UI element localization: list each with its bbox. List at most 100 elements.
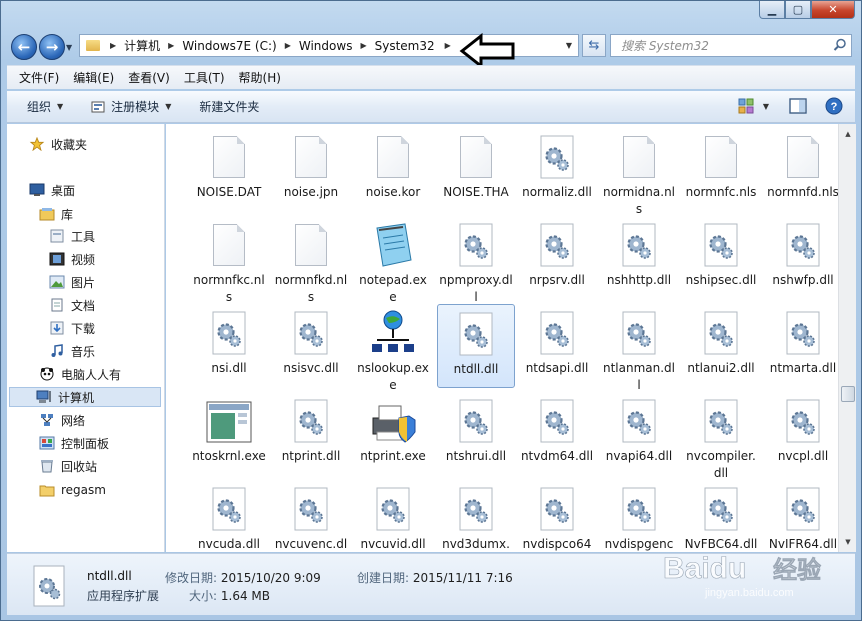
file-item[interactable]: normnfd.nls <box>764 128 838 212</box>
chevron-right-icon[interactable]: ▶ <box>360 41 366 50</box>
file-item[interactable]: NvFBC64.dll <box>682 480 760 552</box>
nav-recycle-bin[interactable]: 回收站 <box>39 456 97 476</box>
register-module-button[interactable]: 注册模块 ▼ <box>91 98 171 115</box>
menu-view[interactable]: 查看(V) <box>128 69 170 86</box>
file-item[interactable]: nvdispco6433285.dll <box>518 480 596 552</box>
nav-network[interactable]: 网络 <box>39 410 85 430</box>
chevron-right-icon[interactable]: ▶ <box>168 41 174 50</box>
file-item[interactable]: ntprint.dll <box>272 392 350 476</box>
search-icon[interactable] <box>833 38 847 52</box>
crumb-system32[interactable]: System32 <box>375 39 435 53</box>
crumb-windows[interactable]: Windows <box>299 39 353 53</box>
nav-tools[interactable]: 工具 <box>49 226 95 246</box>
file-item[interactable]: noise.kor <box>354 128 432 212</box>
file-item[interactable]: ntoskrnl.exe <box>190 392 268 476</box>
file-item[interactable]: ntlanman.dll <box>600 304 678 392</box>
file-item[interactable]: ntshrui.dll <box>437 392 515 476</box>
forward-button[interactable]: → <box>39 34 65 60</box>
nav-desktop[interactable]: 桌面 <box>29 180 75 200</box>
blank-file-icon <box>787 136 819 178</box>
file-item[interactable]: normnfc.nls <box>682 128 760 212</box>
menu-help[interactable]: 帮助(H) <box>239 69 281 86</box>
crumb-drive-c[interactable]: Windows7E (C:) <box>182 39 276 53</box>
vertical-scrollbar[interactable]: ▲ ▼ <box>838 124 856 552</box>
file-name-label: notepad.exe <box>359 273 427 304</box>
file-item[interactable]: nslookup.exe <box>354 304 432 392</box>
file-item[interactable]: nvdispgenco643328 <box>600 480 678 552</box>
file-item[interactable]: normaliz.dll <box>518 128 596 212</box>
menu-file[interactable]: 文件(F) <box>19 69 59 86</box>
file-item[interactable]: nvcompiler.dll <box>682 392 760 480</box>
nav-downloads[interactable]: 下载 <box>49 318 95 338</box>
file-item[interactable]: NOISE.THA <box>437 128 515 212</box>
nav-documents[interactable]: 文档 <box>49 295 95 315</box>
file-item[interactable]: ntvdm64.dll <box>518 392 596 476</box>
crumb-computer[interactable]: 计算机 <box>124 37 160 54</box>
address-dropdown-icon[interactable]: ▼ <box>566 41 572 50</box>
file-item[interactable]: normnfkd.nls <box>272 216 350 304</box>
chevron-right-icon[interactable]: ▶ <box>110 41 116 50</box>
file-item[interactable]: NOISE.DAT <box>190 128 268 212</box>
nav-computer[interactable]: 计算机 <box>9 387 161 407</box>
nav-regasm[interactable]: regasm <box>39 480 106 500</box>
refresh-button[interactable]: ⇆ <box>582 34 606 57</box>
minimize-button[interactable]: ▁ <box>759 1 785 19</box>
file-item[interactable]: nshhttp.dll <box>600 216 678 300</box>
chevron-right-icon[interactable]: ▶ <box>285 41 291 50</box>
nav-favorites[interactable]: 收藏夹 <box>29 134 87 154</box>
file-item[interactable]: ntlanui2.dll <box>682 304 760 388</box>
nav-videos[interactable]: 视频 <box>49 249 95 269</box>
file-item[interactable]: nshwfp.dll <box>764 216 838 300</box>
menu-tools[interactable]: 工具(T) <box>184 69 225 86</box>
nav-pcrenren[interactable]: 电脑人人有 <box>39 364 121 384</box>
file-item[interactable]: NvIFR64.dll <box>764 480 838 552</box>
file-name-label: NOISE.DAT <box>196 185 262 199</box>
title-bar[interactable]: ▁ ▢ ✕ <box>1 1 861 29</box>
file-item[interactable]: nvcuda.dll <box>190 480 268 552</box>
scroll-thumb[interactable] <box>841 386 855 402</box>
file-item[interactable]: npmproxy.dll <box>437 216 515 304</box>
file-item[interactable]: normnfkc.nls <box>190 216 268 304</box>
file-item[interactable]: nvcuvid.dll <box>354 480 432 552</box>
file-item[interactable]: nvcpl.dll <box>764 392 838 476</box>
organize-button[interactable]: 组织 ▼ <box>27 98 63 115</box>
menu-edit[interactable]: 编辑(E) <box>73 69 114 86</box>
preview-pane-icon[interactable] <box>789 97 807 115</box>
scroll-up-icon[interactable]: ▲ <box>840 126 856 142</box>
maximize-button[interactable]: ▢ <box>785 1 811 19</box>
nav-music[interactable]: 音乐 <box>49 341 95 361</box>
file-item[interactable]: nrpsrv.dll <box>518 216 596 300</box>
dll-file-icon <box>294 487 328 531</box>
dll-file-icon <box>294 399 328 443</box>
file-item[interactable]: nvcuvenc.dll <box>272 480 350 552</box>
nav-libraries[interactable]: 库 <box>39 204 73 224</box>
file-item[interactable]: nsisvc.dll <box>272 304 350 388</box>
search-input[interactable]: 搜索 System32 <box>610 34 852 57</box>
file-icon-wrapper <box>205 134 253 182</box>
view-dropdown-icon[interactable]: ▼ <box>763 102 769 111</box>
file-item[interactable]: noise.jpn <box>272 128 350 212</box>
file-item[interactable]: nvapi64.dll <box>600 392 678 476</box>
view-options-icon[interactable] <box>737 97 755 115</box>
help-icon[interactable]: ? <box>825 97 843 115</box>
file-icon-wrapper <box>779 486 827 534</box>
file-item[interactable]: normidna.nls <box>600 128 678 216</box>
file-item[interactable]: nsi.dll <box>190 304 268 388</box>
back-button[interactable]: ← <box>11 34 37 60</box>
file-item[interactable]: nshipsec.dll <box>682 216 760 300</box>
file-item[interactable]: ntdll.dll <box>437 304 515 388</box>
file-item[interactable]: ntdsapi.dll <box>518 304 596 388</box>
recent-pages-dropdown[interactable]: ▼ <box>66 43 72 52</box>
file-item[interactable]: notepad.exe <box>354 216 432 304</box>
close-button[interactable]: ✕ <box>811 1 855 19</box>
file-name-label: normidna.nls <box>602 185 676 216</box>
file-item[interactable]: nvd3dumx.dll <box>437 480 515 552</box>
organize-label: 组织 <box>27 100 52 114</box>
new-folder-button[interactable]: 新建文件夹 <box>199 98 259 115</box>
chevron-right-icon[interactable]: ▶ <box>445 41 451 50</box>
nav-pictures[interactable]: 图片 <box>49 272 95 292</box>
file-item[interactable]: ntmarta.dll <box>764 304 838 388</box>
nav-control-panel[interactable]: 控制面板 <box>39 433 109 453</box>
file-name-label: nvcpl.dll <box>777 449 829 463</box>
file-item[interactable]: ntprint.exe <box>354 392 432 476</box>
